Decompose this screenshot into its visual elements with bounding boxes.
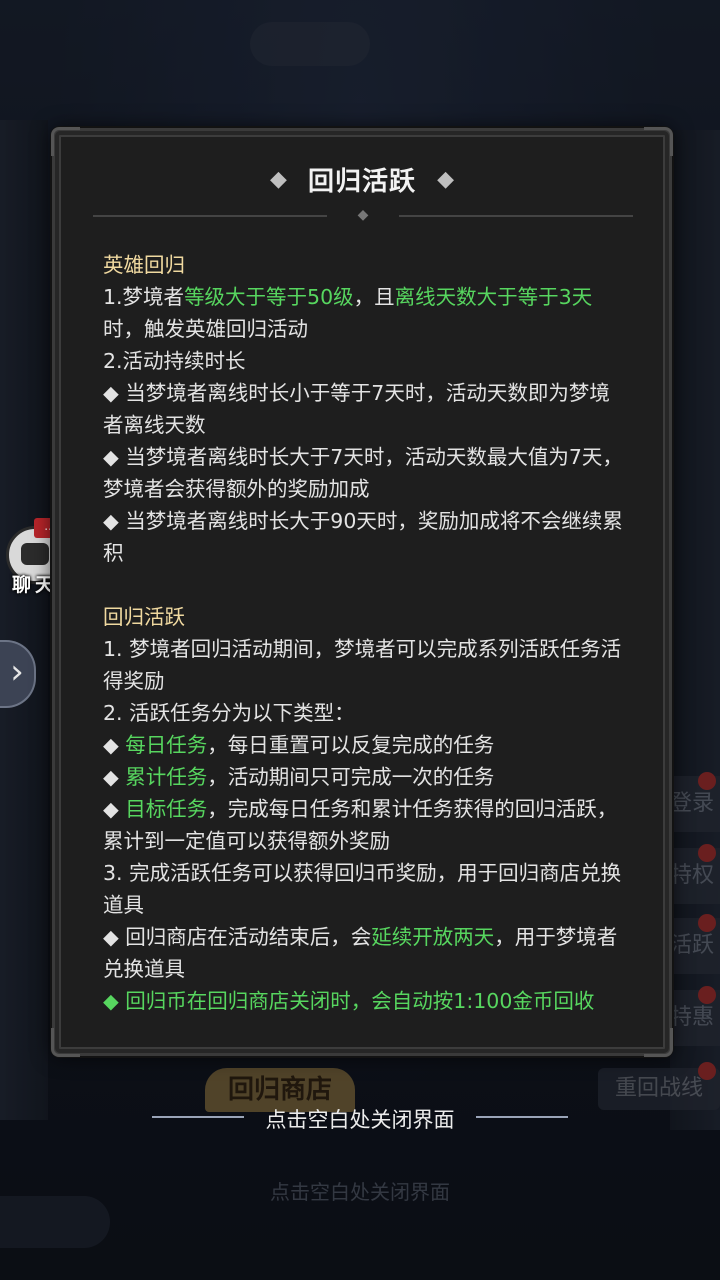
highlight-text: 每日任务 xyxy=(125,733,208,757)
rule-text: ，且 xyxy=(353,285,395,309)
diamond-icon: ◆ xyxy=(269,167,287,192)
highlight-text: 离线天数大于等于3天 xyxy=(394,285,593,309)
rule-line: ◆ 回归商店在活动结束后，会延续开放两天，用于梦境者兑换道具 xyxy=(103,921,628,985)
rule-line: 1.梦境者等级大于等于50级，且离线天数大于等于3天时，触发英雄回归活动 xyxy=(103,281,628,345)
rule-line: ◆ 当梦境者离线时长小于等于7天时，活动天数即为梦境者离线天数 xyxy=(103,377,628,441)
section-heading: 英雄回归 xyxy=(103,249,628,281)
rule-text: 1.梦境者 xyxy=(103,285,185,309)
rule-line: 1. 梦境者回归活动期间，梦境者可以完成系列活跃任务活得奖励 xyxy=(103,633,628,697)
hint-ornament xyxy=(476,1116,568,1118)
rule-text: 2.活动持续时长 xyxy=(103,349,246,373)
rule-text: ◆ 当梦境者离线时长大于90天时，奖励加成将不会继续累积 xyxy=(103,509,623,565)
highlight-text: 累计任务 xyxy=(125,765,208,789)
rule-line: 2.活动持续时长 xyxy=(103,345,628,377)
highlight-text: 等级大于等于50级 xyxy=(184,285,354,309)
rule-text: ◆ 当梦境者离线时长大于7天时，活动天数最大值为7天，梦境者会获得额外的奖励加成 xyxy=(103,445,623,501)
section-heading: 回归活跃 xyxy=(103,601,628,633)
rule-text: ◆ xyxy=(103,797,126,821)
rule-text: ，每日重置可以反复完成的任务 xyxy=(207,733,495,757)
rule-text: ◆ xyxy=(103,765,126,789)
rule-line: ◆ 累计任务，活动期间只可完成一次的任务 xyxy=(103,761,628,793)
rule-text: 3. 完成活跃任务可以获得回归币奖励，用于回归商店兑换道具 xyxy=(103,861,622,917)
dialog-header: ◆ 回归活跃 ◆ xyxy=(55,161,669,198)
close-hint[interactable]: 点击空白处关闭界面 xyxy=(0,1104,720,1134)
rule-line: ◆ 目标任务，完成每日任务和累计任务获得的回归活跃，累计到一定值可以获得额外奖励 xyxy=(103,793,628,857)
rules-text: 英雄回归 1.梦境者等级大于等于50级，且离线天数大于等于3天时，触发英雄回归活动… xyxy=(103,249,628,1017)
rule-line: 2. 活跃任务分为以下类型： xyxy=(103,697,628,729)
rule-text: ，活动期间只可完成一次的任务 xyxy=(207,765,495,789)
highlight-text: 延续开放两天 xyxy=(371,925,495,949)
highlight-text: 目标任务 xyxy=(125,797,208,821)
rule-text: 1. 梦境者回归活动期间，梦境者可以完成系列活跃任务活得奖励 xyxy=(103,637,622,693)
rule-text: 英雄回归 xyxy=(103,253,185,277)
highlight-text: ◆ 回归币在回归商店关闭时，会自动按1:100金币回收 xyxy=(103,989,595,1013)
rule-text: ◆ 当梦境者离线时长小于等于7天时，活动天数即为梦境者离线天数 xyxy=(103,381,610,437)
rule-text: 时，触发英雄回归活动 xyxy=(103,317,308,341)
return-activity-dialog: ◆ 回归活跃 ◆ ◆ 英雄回归 1.梦境者等级大于等于50级，且离线天数大于等于3… xyxy=(50,126,674,1058)
corner-ornament xyxy=(51,127,80,156)
dialog-title: 回归活跃 xyxy=(307,167,416,197)
rule-text: 回归活跃 xyxy=(103,605,185,629)
diamond-icon: ◆ xyxy=(437,167,455,192)
rule-text: ◆ 回归商店在活动结束后，会 xyxy=(103,925,372,949)
corner-ornament xyxy=(644,1028,673,1057)
rule-text: ◆ xyxy=(103,733,126,757)
rule-line: 3. 完成活跃任务可以获得回归币奖励，用于回归商店兑换道具 xyxy=(103,857,628,921)
rule-line: ◆ 当梦境者离线时长大于7天时，活动天数最大值为7天，梦境者会获得额外的奖励加成 xyxy=(103,441,628,505)
divider-ornament-icon: ◆ xyxy=(327,207,399,223)
corner-ornament xyxy=(644,127,673,156)
corner-ornament xyxy=(51,1028,80,1057)
rule-line: ◆ 当梦境者离线时长大于90天时，奖励加成将不会继续累积 xyxy=(103,505,628,569)
rule-line: ◆ 回归币在回归商店关闭时，会自动按1:100金币回收 xyxy=(103,985,628,1017)
rule-text: 2. 活跃任务分为以下类型： xyxy=(103,701,355,725)
rule-line: ◆ 每日任务，每日重置可以反复完成的任务 xyxy=(103,729,628,761)
